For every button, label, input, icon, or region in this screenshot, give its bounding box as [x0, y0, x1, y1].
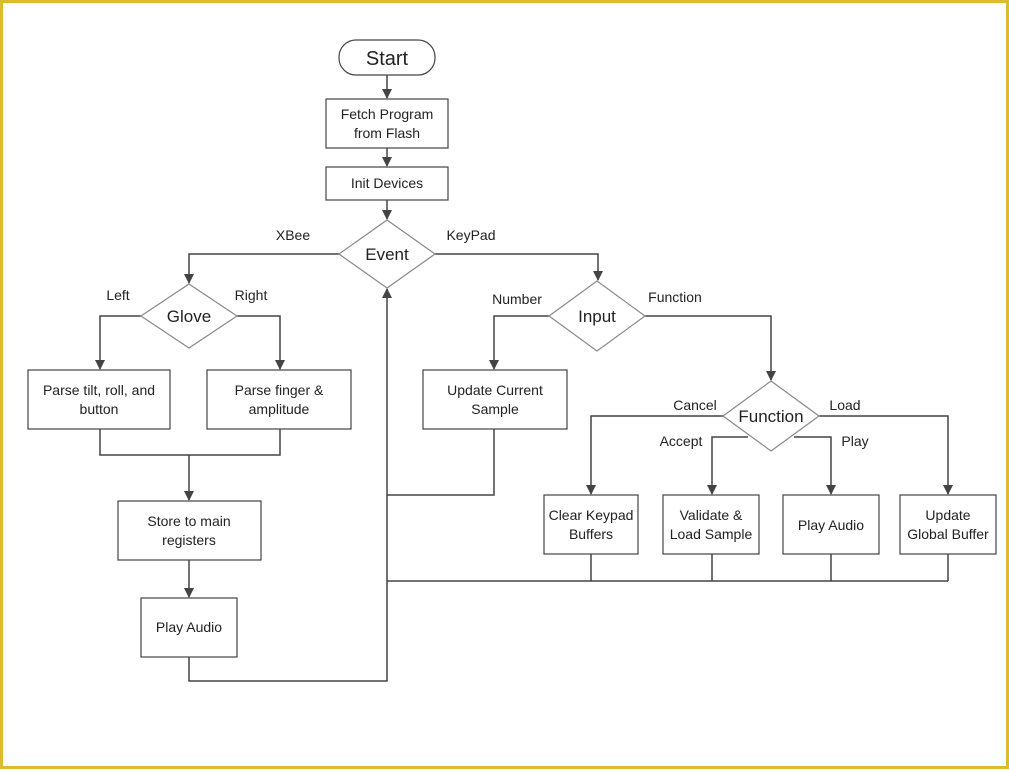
edge-label-keypad: KeyPad	[446, 227, 495, 243]
node-store: Store to main registers	[117, 500, 262, 561]
node-glove: Glove	[139, 283, 239, 349]
node-parse-tilt: Parse tilt, roll, and button	[27, 369, 171, 430]
node-play-audio-right: Play Audio	[782, 494, 880, 555]
node-label: Glove	[167, 307, 211, 326]
edge-event-input	[435, 253, 603, 281]
edge-label-accept: Accept	[660, 433, 703, 449]
node-update-global: Update Global Buffer	[899, 494, 997, 555]
edge-label-load: Load	[829, 397, 860, 413]
node-label: Fetch Program	[341, 106, 434, 122]
edge-function-merge	[387, 554, 949, 582]
flowchart-frame: Start Fetch Program from Flash Init Devi…	[0, 0, 1009, 769]
node-validate: Validate & Load Sample	[662, 494, 760, 555]
edge-cancel	[586, 415, 723, 495]
node-label: Parse finger &	[235, 382, 324, 398]
flowchart: Start Fetch Program from Flash Init Devi…	[27, 39, 997, 682]
edge-event-glove	[184, 253, 339, 284]
node-input: Input	[547, 280, 647, 352]
node-parse-finger: Parse finger & amplitude	[206, 369, 352, 430]
edge-glove-left	[95, 315, 141, 370]
edge-update-loop	[387, 429, 495, 496]
node-label: Init Devices	[351, 175, 423, 191]
node-label: Play Audio	[798, 517, 864, 533]
node-label: from Flash	[354, 125, 420, 141]
node-label: Play Audio	[156, 619, 222, 635]
edge-play	[794, 436, 836, 495]
node-label: Validate &	[680, 507, 743, 523]
node-start: Start	[338, 39, 436, 76]
node-label: Buffers	[569, 526, 613, 542]
node-label: Start	[366, 48, 409, 70]
edge-load	[819, 415, 953, 495]
edge-accept	[707, 436, 748, 495]
node-label: Input	[578, 307, 616, 326]
node-label: Parse tilt, roll, and	[43, 382, 155, 398]
edge-merge-parse	[99, 429, 281, 456]
edge-label-number: Number	[492, 291, 542, 307]
node-play-audio-left: Play Audio	[140, 597, 238, 658]
node-update-current: Update Current Sample	[422, 369, 568, 430]
node-label: registers	[162, 532, 216, 548]
edge-label-cancel: Cancel	[673, 397, 717, 413]
node-label: Update Current	[447, 382, 543, 398]
node-label: Load Sample	[670, 526, 753, 542]
node-init: Init Devices	[325, 166, 449, 201]
node-label: Sample	[471, 401, 519, 417]
edge-label-function: Function	[648, 289, 702, 305]
node-label: amplitude	[249, 401, 310, 417]
node-label: Store to main	[147, 513, 230, 529]
node-label: Global Buffer	[907, 526, 989, 542]
node-label: Function	[738, 407, 803, 426]
edge-input-number	[489, 315, 549, 370]
node-label: Update	[925, 507, 970, 523]
node-clear-keypad: Clear Keypad Buffers	[543, 494, 639, 555]
edge-label-xbee: XBee	[276, 227, 310, 243]
node-label: Clear Keypad	[549, 507, 634, 523]
edge-label-play: Play	[841, 433, 868, 449]
node-fetch: Fetch Program from Flash	[325, 98, 449, 149]
node-function: Function	[721, 380, 821, 452]
edge-input-function	[645, 315, 776, 381]
edge-glove-right	[237, 315, 285, 370]
edge-label-right: Right	[235, 287, 268, 303]
node-label: Event	[365, 245, 409, 264]
edge-label-left: Left	[106, 287, 129, 303]
node-event: Event	[337, 219, 437, 289]
node-label: button	[80, 401, 119, 417]
